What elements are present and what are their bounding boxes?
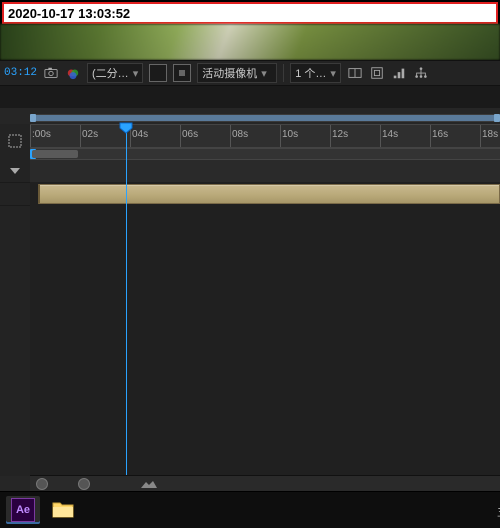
zoom-to-fit-icon[interactable] <box>140 480 158 488</box>
zoom-slider-thumb[interactable] <box>78 478 90 490</box>
toolbar-divider <box>283 64 284 82</box>
windows-taskbar: Ae 五 <box>0 491 500 528</box>
timeline-panel: :00s 02s 04s 06s 08s 10s 12s 14s 16s 18s <box>0 108 500 492</box>
taskbar-app-after-effects[interactable]: Ae <box>6 496 40 524</box>
ruler-tick-label: 14s <box>382 129 398 140</box>
time-navigator[interactable] <box>30 148 500 160</box>
layer-switch-cell[interactable] <box>0 160 30 183</box>
channels-icon[interactable] <box>65 65 81 81</box>
layer-clip[interactable] <box>38 184 500 204</box>
camera-dropdown[interactable]: 活动摄像机 ▾ <box>197 63 277 83</box>
snapshot-icon[interactable] <box>43 65 59 81</box>
timestamp-overlay: 2020-10-17 13:03:52 <box>2 2 498 24</box>
fast-preview-icon[interactable] <box>391 65 407 81</box>
folder-icon <box>52 499 74 522</box>
flowchart-icon[interactable] <box>413 65 429 81</box>
chevron-down-icon: ▾ <box>133 67 139 80</box>
pixel-aspect-icon[interactable] <box>369 65 385 81</box>
ruler-tick <box>130 125 131 147</box>
region-of-interest-toggle[interactable] <box>173 64 191 82</box>
chevron-down-icon: ▾ <box>261 67 267 80</box>
view-layout-icon[interactable] <box>347 65 363 81</box>
timeline-left-header <box>0 124 31 160</box>
ruler-tick-label: 08s <box>232 129 248 140</box>
timeline-tracks[interactable] <box>30 160 500 476</box>
shy-icon[interactable] <box>8 134 22 151</box>
viewer-timecode[interactable]: 03:12 <box>4 67 37 79</box>
work-area-range[interactable] <box>32 115 498 121</box>
current-time-indicator-line[interactable] <box>126 124 127 476</box>
panel-gap <box>0 86 500 108</box>
track-row-header <box>30 160 500 182</box>
ruler-tick <box>180 125 181 147</box>
layer-row[interactable] <box>30 182 500 204</box>
ruler-tick-label: 02s <box>82 129 98 140</box>
ruler-tick-label: 06s <box>182 129 198 140</box>
time-ruler[interactable]: :00s 02s 04s 06s 08s 10s 12s 14s 16s 18s <box>30 124 500 148</box>
work-area-bar[interactable] <box>30 114 500 122</box>
ruler-tick <box>230 125 231 147</box>
work-area-end-handle[interactable] <box>494 114 500 122</box>
ruler-tick-label: 16s <box>432 129 448 140</box>
ruler-tick-label: 18s <box>482 129 498 140</box>
layer-row-header[interactable] <box>0 183 30 206</box>
timeline-left-column <box>0 160 31 476</box>
resolution-label: (二分… <box>92 65 129 81</box>
chevron-down-icon: ▾ <box>330 67 336 80</box>
timestamp-text: 2020-10-17 13:03:52 <box>8 6 130 21</box>
ruler-tick-label: 04s <box>132 129 148 140</box>
work-area-start-handle[interactable] <box>30 114 36 122</box>
ruler-tick <box>30 125 31 147</box>
timeline-zoom-controls <box>30 475 500 492</box>
composition-viewer[interactable] <box>0 24 500 60</box>
time-navigator-thumb[interactable] <box>32 150 78 158</box>
ruler-tick <box>280 125 281 147</box>
viewer-toolbar: 03:12 (二分… ▾ 活动摄像机 ▾ 1 个… ▾ <box>0 60 500 86</box>
ruler-tick <box>480 125 481 147</box>
transparency-grid-toggle[interactable] <box>149 64 167 82</box>
taskbar-app-file-explorer[interactable] <box>46 496 80 524</box>
camera-label: 活动摄像机 <box>202 65 257 81</box>
expand-icon <box>10 168 20 174</box>
after-effects-icon: Ae <box>11 498 35 522</box>
ruler-tick-label: 10s <box>282 129 298 140</box>
ruler-tick <box>430 125 431 147</box>
ruler-tick <box>330 125 331 147</box>
ruler-tick <box>380 125 381 147</box>
ruler-tick-label: 12s <box>332 129 348 140</box>
resolution-dropdown[interactable]: (二分… ▾ <box>87 63 143 83</box>
ruler-tick <box>80 125 81 147</box>
ruler-tick-label: :00s <box>32 129 51 140</box>
zoom-slider-start[interactable] <box>36 478 48 490</box>
view-count-dropdown[interactable]: 1 个… ▾ <box>290 63 341 83</box>
view-count-label: 1 个… <box>295 65 326 81</box>
